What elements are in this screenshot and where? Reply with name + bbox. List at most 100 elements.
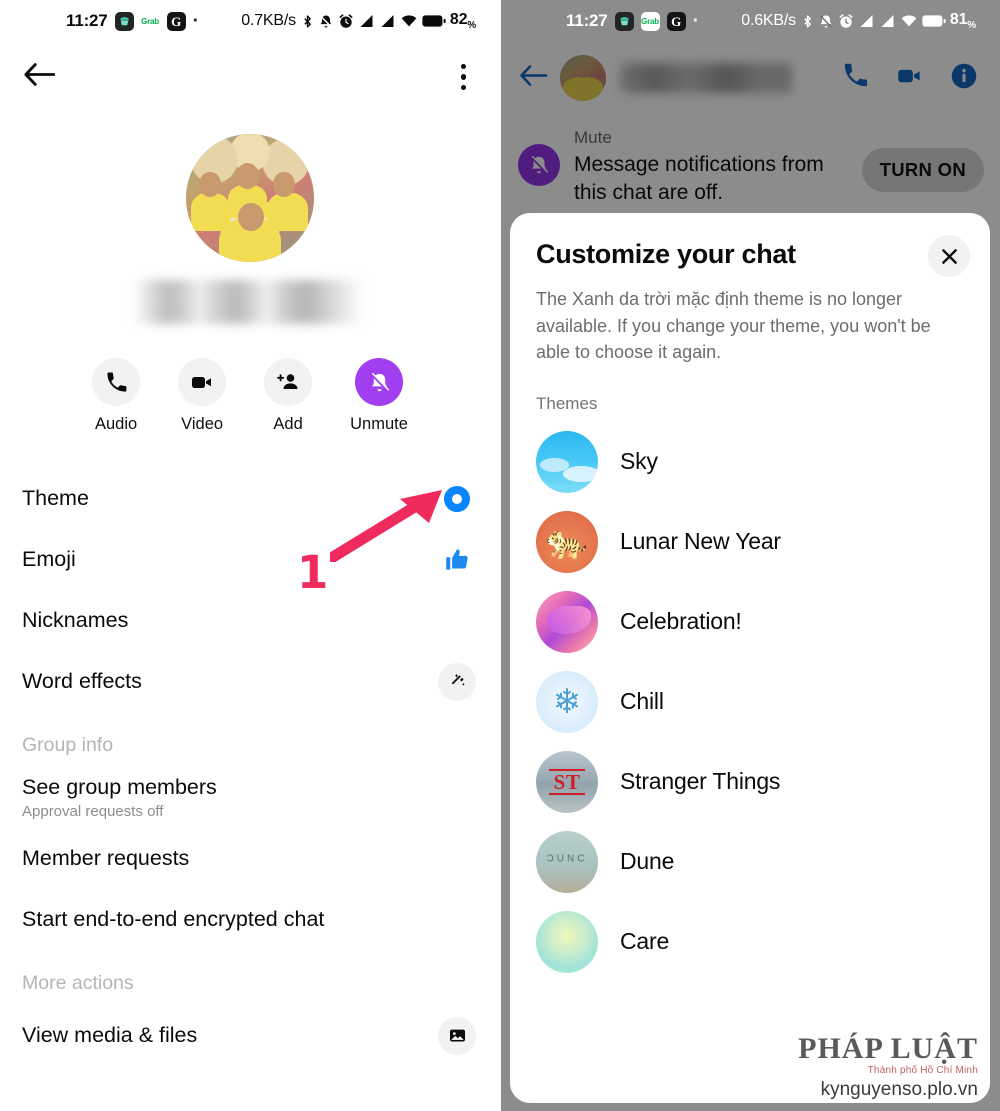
row-word-effects-label: Word effects bbox=[22, 669, 142, 694]
theme-label-chill: Chill bbox=[620, 688, 664, 715]
row-member-requests[interactable]: Member requests bbox=[0, 828, 500, 889]
magic-wand-icon[interactable] bbox=[438, 662, 476, 701]
status-right-group: 0.6KB/s 81% bbox=[741, 11, 1000, 31]
app-screenshot: 11:27 Grab G · 0.7KB/s 82% Audio Video A… bbox=[0, 0, 1000, 1111]
status-bar-right: 11:27 Grab G · 0.6KB/s 81% bbox=[500, 0, 1000, 42]
row-emoji-label: Emoji bbox=[22, 547, 76, 572]
left-phone-panel: 11:27 Grab G · 0.7KB/s 82% Audio Video A… bbox=[0, 0, 500, 1111]
bluetooth-icon bbox=[801, 13, 814, 30]
network-speed: 0.6KB/s bbox=[741, 12, 796, 29]
row-theme[interactable]: Theme bbox=[0, 468, 500, 529]
status-time: 11:27 bbox=[66, 11, 108, 30]
media-image-icon[interactable] bbox=[438, 1016, 476, 1055]
row-see-group-members-sub: Approval requests off bbox=[22, 802, 164, 820]
row-view-media-label: View media & files bbox=[22, 1023, 198, 1048]
grab-app-icon: Grab bbox=[640, 11, 660, 31]
right-phone-panel: Mute Message notifications from this cha… bbox=[500, 0, 1000, 1111]
battery-icon bbox=[922, 14, 946, 28]
grab-app-icon: Grab bbox=[140, 11, 160, 31]
thumbs-up-icon[interactable] bbox=[438, 541, 476, 579]
theme-thumb-dune: ƆUNC bbox=[536, 830, 598, 893]
row-word-effects[interactable]: Word effects bbox=[0, 651, 500, 712]
action-video[interactable]: Video bbox=[178, 358, 227, 434]
phone-icon bbox=[92, 358, 141, 406]
watermark-brand-text: PHÁP LUẬT bbox=[798, 1032, 978, 1065]
google-app-icon: G bbox=[666, 11, 686, 31]
row-member-requests-label: Member requests bbox=[22, 846, 190, 871]
action-unmute[interactable]: Unmute bbox=[350, 358, 408, 434]
group-name-redacted bbox=[134, 280, 366, 324]
action-unmute-label: Unmute bbox=[350, 415, 408, 433]
theme-item-dune[interactable]: ƆUNC Dune bbox=[510, 822, 990, 902]
row-see-group-members-trail bbox=[438, 779, 476, 817]
signal-2-icon bbox=[879, 13, 896, 29]
theme-thumb-chill bbox=[536, 670, 598, 733]
section-more-actions: More actions bbox=[22, 972, 134, 994]
theme-item-celebration[interactable]: Celebration! bbox=[510, 582, 990, 662]
row-view-media[interactable]: View media & files bbox=[0, 1005, 500, 1066]
group-photo-avatar[interactable] bbox=[186, 134, 314, 262]
settings-rows: Theme Emoji Nicknames Word effects Group… bbox=[0, 468, 500, 1066]
back-arrow-icon[interactable] bbox=[22, 61, 56, 93]
action-audio[interactable]: Audio bbox=[92, 358, 141, 434]
action-audio-label: Audio bbox=[95, 415, 138, 433]
theme-thumb-celebration bbox=[536, 590, 598, 653]
themes-section-label: Themes bbox=[536, 393, 598, 413]
close-icon[interactable] bbox=[928, 235, 970, 277]
row-e2e-chat[interactable]: Start end-to-end encrypted chat bbox=[0, 889, 500, 950]
status-left-group: 11:27 Grab G · bbox=[566, 10, 700, 32]
status-time: 11:27 bbox=[566, 11, 608, 30]
annotation-step-number: 1 bbox=[294, 544, 330, 602]
row-emoji[interactable]: Emoji bbox=[0, 529, 500, 590]
group-profile-block bbox=[0, 134, 500, 324]
watermark-tagline: Thành phố Hồ Chí Minh bbox=[867, 1065, 978, 1076]
battery-icon bbox=[422, 14, 446, 28]
network-speed: 0.7KB/s bbox=[241, 12, 296, 29]
battery-percent: 82% bbox=[449, 10, 476, 32]
status-bar-left: 11:27 Grab G · 0.7KB/s 82% bbox=[0, 0, 500, 42]
blue-ring-indicator[interactable] bbox=[438, 480, 476, 518]
theme-item-care[interactable]: Care bbox=[510, 902, 990, 982]
wifi-icon bbox=[400, 13, 418, 29]
row-theme-label: Theme bbox=[22, 486, 89, 511]
sheet-description: The Xanh da trời mặc định theme is no lo… bbox=[536, 289, 931, 363]
row-see-group-members[interactable]: See group members Approval requests off bbox=[0, 767, 500, 828]
customize-chat-sheet: Customize your chat The Xanh da trời mặc… bbox=[510, 213, 990, 1103]
notification-off-icon bbox=[318, 13, 334, 30]
left-topbar bbox=[0, 42, 500, 112]
theme-label-lunar-new-year: Lunar New Year bbox=[620, 528, 781, 555]
theme-label-dune: Dune bbox=[620, 848, 675, 875]
row-member-requests-trail bbox=[438, 840, 476, 878]
watermark-brand: PHÁP LUẬT bbox=[798, 1034, 978, 1064]
row-nicknames-trail bbox=[438, 602, 476, 640]
row-e2e-chat-trail bbox=[438, 901, 476, 939]
bell-off-icon bbox=[355, 358, 403, 406]
overflow-menu-icon[interactable] bbox=[451, 58, 477, 97]
cupcake-app-icon bbox=[114, 11, 134, 31]
theme-item-stranger-things[interactable]: ST Stranger Things bbox=[510, 742, 990, 822]
action-add[interactable]: Add bbox=[264, 358, 313, 434]
theme-thumb-care bbox=[536, 910, 598, 973]
signal-1-icon bbox=[858, 13, 875, 29]
action-video-label: Video bbox=[181, 415, 224, 433]
theme-label-celebration: Celebration! bbox=[620, 608, 742, 635]
row-e2e-chat-label: Start end-to-end encrypted chat bbox=[22, 907, 325, 932]
theme-thumb-lunar-new-year bbox=[536, 510, 598, 573]
status-left-group: 11:27 Grab G · bbox=[66, 10, 200, 32]
theme-thumb-stranger-things: ST bbox=[536, 750, 598, 813]
action-add-label: Add bbox=[273, 415, 303, 433]
video-cam-icon bbox=[178, 358, 227, 406]
sheet-title: Customize your chat bbox=[536, 239, 796, 269]
theme-label-care: Care bbox=[620, 928, 670, 955]
notification-off-icon bbox=[818, 13, 834, 30]
quick-actions-row: Audio Video Add Unmute bbox=[0, 358, 500, 434]
theme-item-sky[interactable]: Sky bbox=[510, 422, 990, 502]
theme-list: Sky Lunar New Year Celebration! Chill ST… bbox=[510, 422, 990, 990]
signal-1-icon bbox=[358, 13, 375, 29]
row-nicknames[interactable]: Nicknames bbox=[0, 590, 500, 651]
bluetooth-icon bbox=[301, 13, 314, 30]
row-nicknames-label: Nicknames bbox=[22, 608, 129, 633]
theme-item-chill[interactable]: Chill bbox=[510, 662, 990, 742]
theme-item-lunar-new-year[interactable]: Lunar New Year bbox=[510, 502, 990, 582]
row-see-group-members-label: See group members bbox=[22, 775, 217, 800]
